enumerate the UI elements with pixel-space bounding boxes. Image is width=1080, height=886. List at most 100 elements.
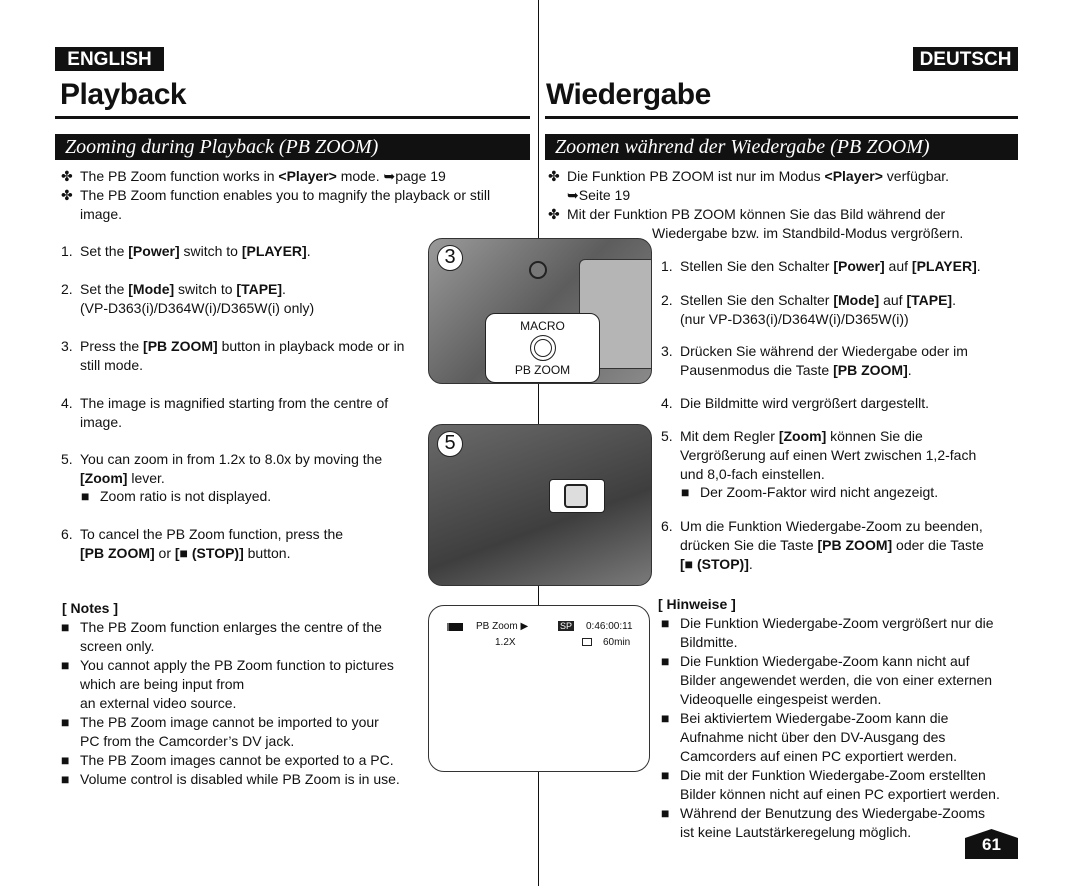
pb-zoom-label: PB ZOOM: [514, 363, 571, 377]
text: Drücken Sie während der Wiedergabe oder …: [680, 343, 968, 378]
text: auf: [884, 258, 912, 274]
bold-text: [■ (STOP)]: [174, 545, 244, 561]
text: button.: [243, 545, 291, 561]
instruction-item: 4. The image is magnified starting from t…: [61, 394, 388, 432]
step-number: 3: [437, 245, 463, 271]
item-marker: 1.: [661, 258, 673, 274]
divider: [55, 116, 530, 119]
text: Wiedergabe bzw. im Standbild-Modus vergr…: [652, 225, 964, 241]
instruction-item: ✤ The PB Zoom function works in <Player> …: [61, 167, 446, 186]
note-item: ■ Die Funktion Wiedergabe-Zoom vergrößert…: [661, 614, 994, 652]
bullet-icon: ■: [661, 615, 670, 631]
text: Mit der Funktion PB ZOOM können Sie das …: [567, 206, 946, 222]
instruction-item: 6. Um die Funktion Wiedergabe-Zoom zu bee…: [661, 517, 984, 574]
instruction-item: Wiedergabe bzw. im Standbild-Modus vergr…: [652, 224, 963, 243]
item-marker: 6.: [61, 526, 73, 542]
note-text: The PB Zoom image cannot be imported to …: [80, 714, 379, 749]
note-item: ■ The PB Zoom image cannot be imported to…: [61, 713, 379, 751]
note-text: You cannot apply the PB Zoom function to…: [80, 657, 394, 711]
bullet-icon: ■: [61, 714, 70, 730]
note-text: Bei aktiviertem Wiedergabe-Zoom kann die…: [680, 710, 958, 764]
battery-icon: [447, 623, 463, 631]
note-text: Während der Benutzung des Wiedergabe-Zoo…: [680, 805, 986, 840]
instruction-item: 3. Drücken Sie während der Wiedergabe ode…: [661, 342, 968, 380]
bold-text: [TAPE]: [236, 281, 283, 297]
bold-text: [PB ZOOM]: [80, 545, 155, 561]
item-marker: 4.: [661, 395, 673, 411]
bold-text: [Power]: [128, 243, 180, 259]
bold-text: [TAPE]: [906, 292, 953, 308]
bullet-icon: ■: [61, 771, 70, 787]
text: Set the: [80, 281, 129, 297]
bullet-icon: ■: [61, 619, 70, 635]
text: Set the: [80, 243, 129, 259]
text: lever.: [127, 470, 165, 486]
notes-heading: [ Notes ]: [62, 600, 118, 616]
item-marker: 3.: [661, 343, 673, 359]
button: [529, 261, 547, 279]
instruction-item: 5. You can zoom in from 1.2x to 8.0x by m…: [61, 450, 383, 488]
instruction-item: 2. Set the [Mode] switch to [TAPE]. (VP-D…: [61, 280, 314, 318]
bullet-icon: ■: [661, 653, 670, 669]
note-item: ■ Während der Benutzung des Wiedergabe-Zo…: [661, 804, 986, 842]
instruction-item: ■ Der Zoom-Faktor wird nicht angezeigt.: [681, 483, 938, 502]
text: .: [306, 243, 311, 259]
item-marker: ✤: [61, 168, 73, 184]
item-marker: 5.: [61, 451, 73, 467]
text: Press the: [80, 338, 144, 354]
bold-text: [■ (STOP)]: [680, 556, 749, 572]
text: .: [976, 258, 981, 274]
macro-pbzoom-callout: MACRO PB ZOOM: [485, 313, 600, 383]
text: auf: [879, 292, 907, 308]
item-marker: 6.: [661, 518, 673, 534]
note-text: The PB Zoom function enlarges the centre…: [80, 619, 382, 654]
text: The PB Zoom function enables you to magn…: [80, 187, 491, 222]
camcorder-zoom-lever-photo: 5: [428, 424, 652, 586]
note-text: Die Funktion Wiedergabe-Zoom vergrößert …: [680, 615, 994, 650]
note-text: Die Funktion Wiedergabe-Zoom kann nicht …: [680, 653, 993, 707]
note-item: ■ Die Funktion Wiedergabe-Zoom kann nicht…: [661, 652, 993, 709]
bold-text: <Player>: [824, 168, 883, 184]
bullet-icon: ■: [661, 767, 670, 783]
sp-icon: SP: [558, 621, 575, 631]
bold-text: <Player>: [278, 168, 337, 184]
instruction-item: ✤ The PB Zoom function enables you to mag…: [61, 186, 491, 224]
pb-zoom-indicator: PB Zoom ▶: [476, 621, 529, 632]
note-text: Volume control is disabled while PB Zoom…: [80, 771, 400, 787]
text: You can zoom in from 1.2x to 8.0x by mov…: [80, 451, 383, 467]
pb-zoom-button-icon: [529, 335, 556, 361]
text: Die Funktion PB ZOOM ist nur im Modus: [567, 168, 825, 184]
note-text: The PB Zoom images cannot be exported to…: [80, 752, 394, 768]
text: Stellen Sie den Schalter: [680, 258, 834, 274]
text: Stellen Sie den Schalter: [680, 292, 834, 308]
step-number: 5: [437, 431, 463, 457]
time-code: 0:46:00:11: [586, 621, 633, 632]
remaining-time: 60min: [603, 637, 631, 648]
language-label-english: ENGLISH: [55, 47, 164, 71]
note-item: ■ You cannot apply the PB Zoom function t…: [61, 656, 394, 713]
text: The PB Zoom function works in: [80, 168, 279, 184]
item-marker: ✤: [548, 168, 560, 184]
zoom-ratio: 1.2X: [495, 637, 516, 648]
bullet-icon: ■: [61, 752, 70, 768]
instruction-item: 3. Press the [PB ZOOM] button in playback…: [61, 337, 404, 375]
bold-text: [PLAYER]: [241, 243, 307, 259]
bold-text: [Mode]: [128, 281, 175, 297]
bold-text: [Power]: [833, 258, 885, 274]
instruction-item: ✤ Die Funktion PB ZOOM ist nur im Modus <…: [548, 167, 949, 205]
instruction-item: 4. Die Bildmitte wird vergrößert dargeste…: [661, 394, 929, 413]
lcd-screen-display: PB Zoom ▶ 1.2X SP 0:46:00:11 60min: [428, 605, 650, 772]
note-item: ■ Die mit der Funktion Wiedergabe-Zoom er…: [661, 766, 1000, 804]
language-label-deutsch: DEUTSCH: [913, 47, 1018, 71]
note-item: ■ Volume control is disabled while PB Zoo…: [61, 770, 400, 789]
instruction-item: 1. Set the [Power] switch to [PLAYER].: [61, 242, 311, 261]
text: switch to: [179, 243, 242, 259]
bullet-icon: ■: [61, 657, 70, 673]
item-marker: ■: [81, 488, 90, 504]
page-title-deutsch: Wiedergabe: [546, 78, 711, 111]
note-item: ■ The PB Zoom function enlarges the centr…: [61, 618, 382, 656]
instruction-item: ■ Zoom ratio is not displayed.: [81, 487, 271, 506]
bold-text: [Zoom]: [778, 428, 827, 444]
item-marker: ✤: [61, 187, 73, 203]
text: mode. ➥page 19: [336, 168, 446, 184]
